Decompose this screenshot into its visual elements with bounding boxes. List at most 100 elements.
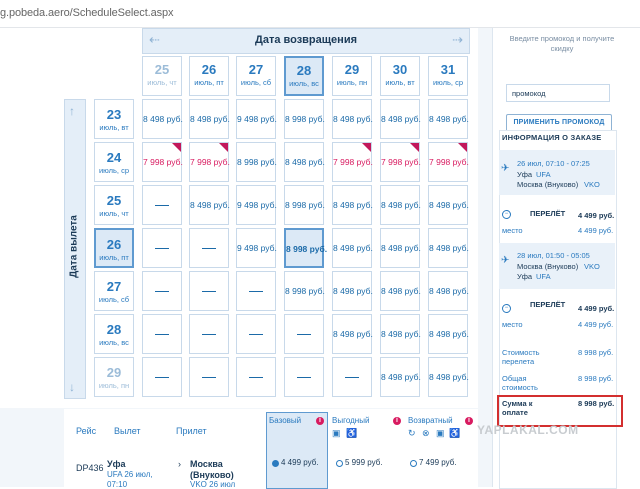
date-weekday: июль, сб bbox=[240, 78, 272, 87]
price-cell[interactable]: 8 498 руб. bbox=[332, 185, 373, 225]
date-weekday: июль, пн bbox=[98, 381, 130, 390]
departure-date-26[interactable]: 26 июль, пт bbox=[94, 228, 134, 268]
price-cell[interactable]: 7 998 руб. bbox=[380, 142, 421, 182]
price-cell[interactable]: 8 498 руб. bbox=[189, 185, 230, 225]
price-cell-empty[interactable] bbox=[236, 271, 276, 311]
price-cell[interactable]: 8 998 руб. bbox=[284, 271, 325, 311]
price-cell[interactable]: 8 498 руб. bbox=[428, 271, 469, 311]
price-cell[interactable]: 9 498 руб. bbox=[236, 99, 277, 139]
price-cell[interactable]: 8 498 руб. bbox=[332, 99, 373, 139]
price-cell-empty[interactable] bbox=[236, 314, 276, 354]
price-cell-empty[interactable] bbox=[142, 357, 182, 397]
price-cell[interactable]: 8 498 руб. bbox=[428, 314, 469, 354]
return-date-31[interactable]: 31 июль, ср bbox=[428, 56, 468, 96]
departure-date-bar: ↑ Дата вылета ↓ bbox=[64, 99, 86, 399]
info-icon[interactable]: i bbox=[316, 417, 324, 425]
promo-corner-icon bbox=[219, 143, 228, 152]
date-number: 28 bbox=[106, 322, 122, 337]
date-weekday: июль, вт bbox=[99, 123, 129, 132]
date-number: 31 bbox=[440, 62, 456, 77]
return-date-29[interactable]: 29 июль, пн bbox=[332, 56, 372, 96]
date-number: 23 bbox=[106, 107, 122, 122]
info-icon[interactable]: i bbox=[393, 417, 401, 425]
price-cell[interactable]: 8 498 руб. bbox=[284, 142, 325, 182]
return-date-27[interactable]: 27 июль, сб bbox=[236, 56, 276, 96]
price-cell[interactable]: 8 998 руб. bbox=[236, 142, 277, 182]
price-cell[interactable]: 7 998 руб. bbox=[332, 142, 373, 182]
price-cell-empty[interactable] bbox=[189, 228, 229, 268]
flight-col-header: Рейс bbox=[76, 426, 97, 436]
return-date-25[interactable]: 25 июль, чт bbox=[142, 56, 182, 96]
fare-radio-return[interactable] bbox=[410, 460, 417, 467]
price-cell[interactable]: 8 498 руб. bbox=[380, 314, 421, 354]
fare-radio-base[interactable] bbox=[272, 460, 279, 467]
price-cell[interactable]: 8 498 руб. bbox=[380, 228, 421, 268]
price-cell[interactable]: 7 998 руб. bbox=[189, 142, 230, 182]
price-cell[interactable]: 8 498 руб. bbox=[380, 271, 421, 311]
departure-date-23[interactable]: 23 июль, вт bbox=[94, 99, 134, 139]
flight1-label: ПЕРЕЛЁТ bbox=[530, 209, 566, 218]
price-cell-empty[interactable] bbox=[142, 185, 182, 225]
price-cell[interactable]: 8 498 руб. bbox=[142, 99, 183, 139]
promo-corner-icon bbox=[172, 143, 181, 152]
price-cell[interactable]: 7 998 руб. bbox=[428, 142, 469, 182]
price-cell[interactable]: 9 498 руб. bbox=[236, 185, 277, 225]
seg1-from: Уфа bbox=[517, 170, 533, 179]
price-cell[interactable]: 8 498 руб. bbox=[428, 185, 469, 225]
departure-date-24[interactable]: 24 июль, ср bbox=[94, 142, 134, 182]
price-cell[interactable]: 8 498 руб. bbox=[189, 99, 230, 139]
departure-date-27[interactable]: 27 июль, сб bbox=[94, 271, 134, 311]
fare-radio-profit[interactable] bbox=[336, 460, 343, 467]
price-cell[interactable]: 8 498 руб. bbox=[380, 99, 421, 139]
return-date-28[interactable]: 28 июль, вс bbox=[284, 56, 324, 96]
price-cell-empty[interactable] bbox=[284, 357, 324, 397]
price-cell[interactable]: 8 498 руб. bbox=[380, 357, 421, 397]
address-bar[interactable]: g.pobeda.aero/ScheduleSelect.aspx bbox=[0, 0, 640, 28]
collapse-icon[interactable]: − bbox=[502, 210, 511, 219]
price-cell[interactable]: 7 998 руб. bbox=[142, 142, 183, 182]
date-weekday: июль, вс bbox=[99, 338, 129, 347]
price-cell-empty[interactable] bbox=[142, 314, 182, 354]
price-cell-empty[interactable] bbox=[189, 357, 229, 397]
price-cell[interactable]: 8 998 руб. bbox=[284, 228, 327, 268]
return-date-30[interactable]: 30 июль, вт bbox=[380, 56, 420, 96]
price-cell[interactable]: 8 998 руб. bbox=[284, 185, 325, 225]
dash-mark bbox=[202, 291, 216, 292]
price-cell[interactable]: 9 498 руб. bbox=[236, 228, 277, 268]
promo-input[interactable] bbox=[506, 84, 610, 102]
return-date-header: ⇠ Дата возвращения ⇢ bbox=[142, 28, 470, 54]
price-cell-empty[interactable] bbox=[236, 357, 276, 397]
departure-date-25[interactable]: 25 июль, чт bbox=[94, 185, 134, 225]
watermark: YAPLAKAL.COM bbox=[477, 423, 579, 437]
price-cell[interactable]: 8 498 руб. bbox=[428, 228, 469, 268]
return-date-26[interactable]: 26 июль, пт bbox=[189, 56, 229, 96]
price-cell[interactable]: 8 498 руб. bbox=[332, 314, 373, 354]
price-cell[interactable]: 8 498 руб. bbox=[332, 271, 373, 311]
info-icon[interactable]: i bbox=[465, 417, 473, 425]
date-number: 27 bbox=[106, 279, 122, 294]
price-cell-empty[interactable] bbox=[142, 228, 182, 268]
price-cell[interactable]: 8 498 руб. bbox=[380, 185, 421, 225]
departure-date-29[interactable]: 29 июль, пн bbox=[94, 357, 134, 397]
date-number: 30 bbox=[392, 62, 408, 77]
price-cell-empty[interactable] bbox=[142, 271, 182, 311]
dash-mark bbox=[155, 334, 169, 335]
price-cell[interactable]: 8 498 руб. bbox=[428, 357, 469, 397]
next-arrow-icon[interactable]: ⇢ bbox=[452, 32, 463, 48]
plane-icon: ✈ bbox=[501, 255, 510, 266]
price-cell[interactable]: 8 498 руб. bbox=[428, 99, 469, 139]
dash-mark bbox=[202, 334, 216, 335]
collapse-icon[interactable]: − bbox=[502, 304, 511, 313]
price-cell-empty[interactable] bbox=[189, 271, 229, 311]
price-cell-empty[interactable] bbox=[189, 314, 229, 354]
price-cell-empty[interactable] bbox=[284, 314, 324, 354]
date-weekday: июль, пт bbox=[194, 78, 224, 87]
price-cell[interactable]: 8 998 руб. bbox=[284, 99, 325, 139]
price-cell[interactable]: 8 498 руб. bbox=[332, 228, 373, 268]
price-cell-empty[interactable] bbox=[332, 357, 372, 397]
arrow-up-icon[interactable]: ↑ bbox=[69, 104, 75, 118]
arrow-down-icon[interactable]: ↓ bbox=[69, 380, 75, 394]
flight-number: DP436 bbox=[76, 463, 104, 473]
accessibility-icon: ♿ bbox=[346, 428, 358, 438]
departure-date-28[interactable]: 28 июль, вс bbox=[94, 314, 134, 354]
